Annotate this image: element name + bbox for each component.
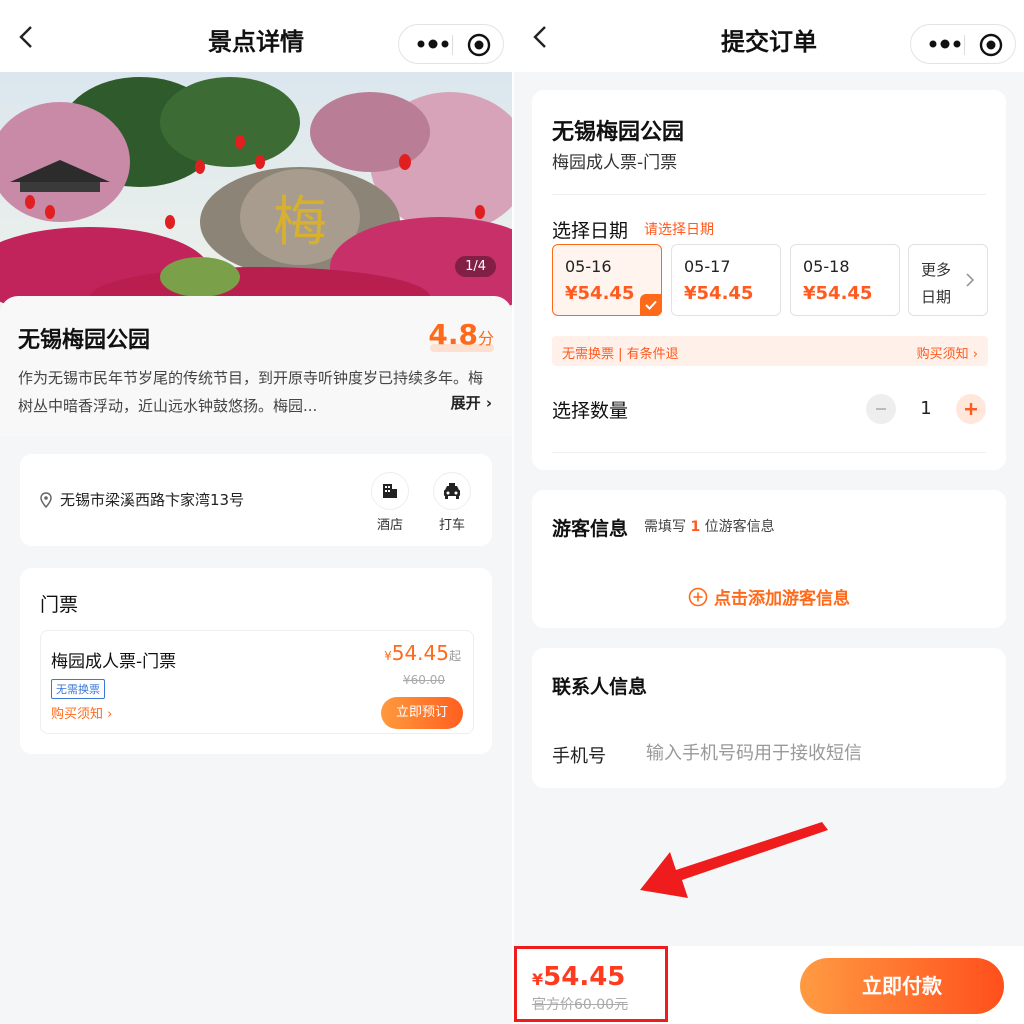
hint-suffix: 位游客信息 (704, 519, 775, 535)
minus-icon (876, 408, 886, 410)
attraction-name: 无锡梅园公园 (552, 120, 685, 145)
quantity-label: 选择数量 (552, 400, 629, 422)
visitor-info-hint: 需填写 1 位游客信息 (644, 516, 775, 536)
hotel-icon (383, 484, 397, 498)
date-text: 05-17 (684, 257, 731, 276)
hint-prefix: 需填写 (644, 519, 686, 535)
date-option-2[interactable]: 05-18 ¥54.45 (790, 244, 900, 316)
mini-program-capsule (398, 24, 504, 64)
date-option-1[interactable]: 05-17 ¥54.45 (671, 244, 781, 316)
book-now-button[interactable]: 立即预订 (381, 697, 463, 729)
total-currency: ¥ (532, 970, 544, 989)
contact-info-card: 联系人信息 手机号 (532, 648, 1006, 788)
rating-score: 4.8分 (428, 318, 494, 351)
close-miniprogram-icon[interactable] (467, 33, 491, 57)
date-text: 05-18 (803, 257, 850, 276)
address-text[interactable]: 无锡市梁溪西路卞家湾13号 (60, 489, 244, 510)
add-visitor-button[interactable]: 点击添加游客信息 (532, 584, 1006, 609)
phone-label: 手机号 (552, 746, 606, 767)
taxi-icon (444, 483, 460, 499)
original-price: ¥60.00 (403, 673, 445, 687)
price-currency: ¥ (384, 649, 392, 663)
add-circle-icon (688, 587, 708, 607)
no-exchange-tag: 无需换票 (51, 679, 105, 699)
more-dates-button[interactable]: 更多 日期 (908, 244, 988, 316)
more-dots-icon[interactable] (415, 34, 451, 54)
hero-photo[interactable]: 梅 (0, 72, 512, 312)
ticket-section: 门票 梅园成人票-门票 无需换票 购买须知 › ¥54.45起 ¥60.00 立… (20, 568, 492, 754)
price-value: 54.45 (391, 641, 449, 665)
date-option-0[interactable]: 05-16 ¥54.45 (552, 244, 662, 316)
hotel-label: 酒店 (376, 518, 403, 533)
phone-input[interactable] (646, 738, 966, 768)
selected-check-icon (640, 294, 662, 316)
add-visitor-label: 点击添加游客信息 (714, 589, 850, 609)
visitor-info-title: 游客信息 (552, 518, 629, 540)
quantity-minus-button[interactable] (866, 394, 896, 424)
select-date-label: 选择日期 (552, 220, 629, 242)
ticket-name: 梅园成人票-门票 (51, 652, 177, 672)
ticket-notice-bar[interactable]: 无需换票 | 有条件退 购买须知 › (552, 336, 988, 366)
annotation-arrow-icon (640, 822, 828, 898)
quantity-value: 1 (920, 398, 932, 419)
quantity-plus-button[interactable] (956, 394, 986, 424)
order-card: 无锡梅园公园 梅园成人票-门票 选择日期 请选择日期 05-16 ¥54.45 … (532, 90, 1006, 470)
checkout-bar: ¥54.45 官方价60.00元 立即付款 (514, 946, 1024, 1024)
plum-garden-photo: 梅 (0, 72, 512, 312)
more-dots-icon[interactable] (927, 34, 963, 54)
taxi-button[interactable]: 打车 (432, 472, 472, 533)
attraction-name: 无锡梅园公园 (18, 328, 151, 353)
official-price: 官方价60.00元 (532, 997, 629, 1013)
purchase-notice-link[interactable]: 购买须知 › (51, 703, 112, 722)
refund-policy-text: 无需换票 | 有条件退 (562, 347, 679, 362)
select-date-hint: 请选择日期 (644, 222, 714, 238)
date-price: ¥54.45 (565, 283, 635, 304)
capsule-divider (452, 35, 453, 55)
location-pin-icon (40, 492, 52, 508)
plus-icon (965, 403, 977, 415)
capsule-divider (964, 35, 965, 55)
address-card: 无锡市梁溪西路卞家湾13号 酒店 打车 (20, 454, 492, 546)
date-price: ¥54.45 (684, 283, 754, 304)
date-price: ¥54.45 (803, 283, 873, 304)
chevron-right-icon (966, 273, 975, 287)
total-price: ¥54.45 (532, 962, 625, 992)
svg-text:梅: 梅 (273, 190, 327, 253)
pay-now-button[interactable]: 立即付款 (800, 958, 1004, 1014)
nav-bar: 提交订单 (514, 0, 1024, 72)
ticket-section-title: 门票 (40, 594, 79, 616)
divider (552, 452, 986, 453)
close-miniprogram-icon[interactable] (979, 33, 1003, 57)
price-suffix: 起 (448, 649, 461, 663)
rating-unit: 分 (477, 329, 494, 348)
hotel-button[interactable]: 酒店 (370, 472, 410, 533)
ticket-name: 梅园成人票-门票 (552, 153, 678, 173)
photo-counter: 1/4 (455, 256, 496, 277)
submit-order-screen: 提交订单 无锡梅园公园 梅园成人票-门票 选择日期 请选择日期 05-16 ¥5… (514, 0, 1024, 1024)
attraction-detail-screen: 景点详情 梅 1/4 无锡梅园公园 4.8分 作为无锡市民年节岁尾的传统节目，到… (0, 0, 512, 1024)
taxi-label: 打车 (438, 518, 465, 533)
hint-count: 1 (690, 519, 701, 535)
total-value: 54.45 (543, 962, 626, 992)
contact-info-title: 联系人信息 (552, 676, 648, 698)
rating-value: 4.8 (428, 318, 478, 351)
expand-description-link[interactable]: 展开 › (444, 392, 492, 413)
ticket-price: ¥54.45起 (384, 641, 461, 665)
ticket-item[interactable]: 梅园成人票-门票 无需换票 购买须知 › ¥54.45起 ¥60.00 立即预订 (40, 630, 474, 734)
divider (552, 194, 986, 195)
purchase-notice-link[interactable]: 购买须知 › (917, 343, 978, 362)
date-text: 05-16 (565, 257, 612, 276)
attraction-description: 作为无锡市民年节岁尾的传统节目，到开原寺听钟度岁已持续多年。梅树丛中暗香浮动，近… (18, 369, 484, 415)
visitor-info-card: 游客信息 需填写 1 位游客信息 点击添加游客信息 (532, 490, 1006, 628)
more-dates-label: 更多 日期 (921, 261, 952, 306)
nav-bar: 景点详情 (0, 0, 512, 72)
mini-program-capsule (910, 24, 1016, 64)
